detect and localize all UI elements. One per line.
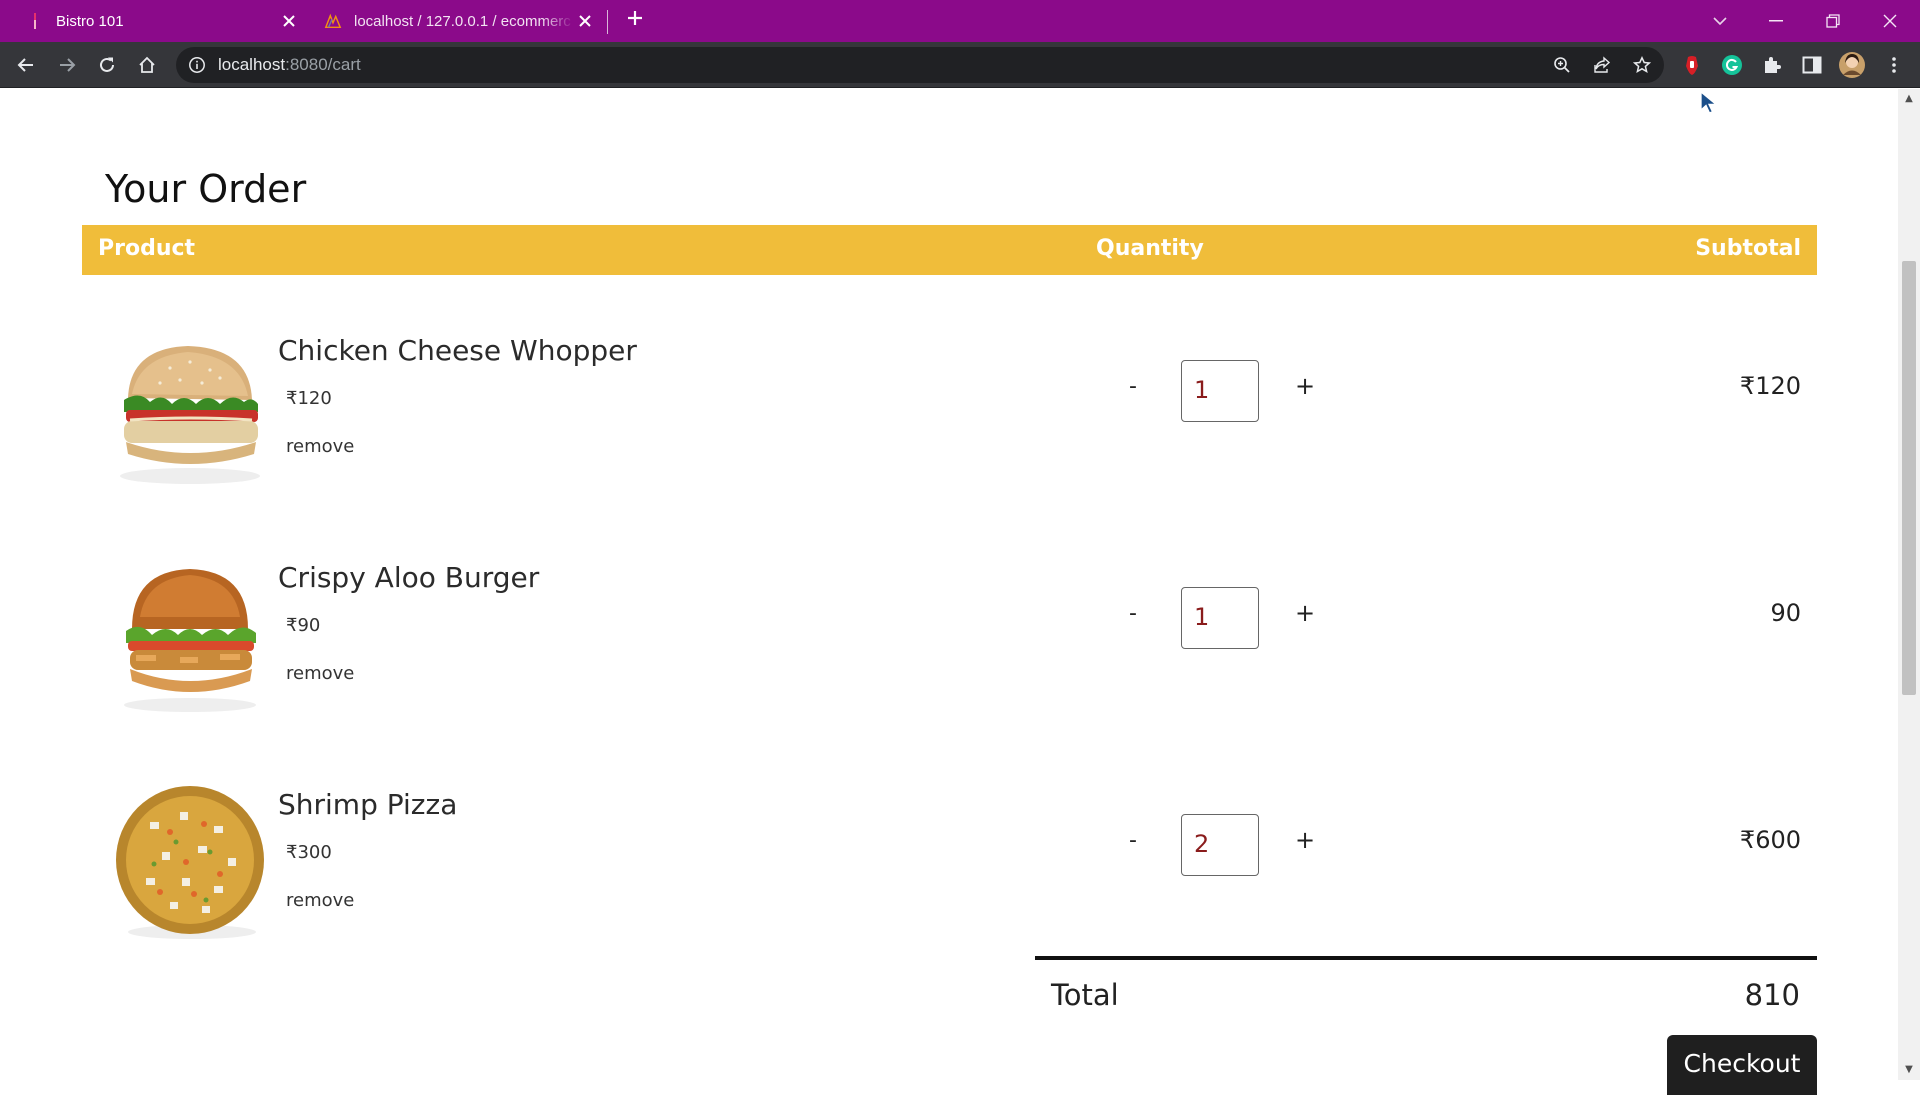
extensions-puzzle-icon[interactable] [1758, 51, 1786, 79]
scroll-down-arrow-icon[interactable]: ▼ [1903, 1064, 1915, 1076]
page-title: Your Order [105, 167, 307, 211]
total-label: Total [1051, 978, 1119, 1012]
remove-link[interactable]: remove [286, 436, 354, 457]
home-icon[interactable] [131, 49, 163, 81]
header-quantity: Quantity [1096, 236, 1204, 261]
tab-strip: Bistro 101 localhost / 127.0.0.1 / ecomm… [0, 0, 1920, 42]
product-price: ₹90 [286, 615, 321, 636]
shrimp-pizza-image [110, 782, 270, 942]
minimize-icon[interactable] [1758, 6, 1794, 36]
quantity-input[interactable]: 1 [1181, 360, 1259, 422]
cart-page: Your Order Product Quantity Subtotal Chi… [0, 89, 1898, 1095]
checkout-button[interactable]: Checkout [1667, 1035, 1817, 1095]
header-product: Product [98, 236, 196, 261]
bookmark-star-icon[interactable] [1630, 53, 1654, 77]
quantity-input[interactable]: 2 [1181, 814, 1259, 876]
cart-table-header: Product Quantity Subtotal [82, 225, 1817, 275]
tab-phpmyadmin[interactable]: localhost / 127.0.0.1 / ecommerc [312, 0, 608, 42]
browser-toolbar: localhost:8080/cart [0, 42, 1920, 88]
new-tab-icon[interactable] [622, 8, 648, 34]
tab-divider [607, 10, 608, 34]
product-price: ₹300 [286, 842, 332, 863]
row-subtotal: ₹120 [1739, 372, 1801, 400]
product-name: Crispy Aloo Burger [278, 561, 540, 594]
share-icon[interactable] [1590, 53, 1614, 77]
bistro-favicon-icon [26, 12, 44, 30]
row-subtotal: ₹600 [1739, 826, 1801, 854]
forward-arrow-icon[interactable] [51, 49, 83, 81]
decrease-quantity-button[interactable]: - [1121, 601, 1145, 626]
quantity-input[interactable]: 1 [1181, 587, 1259, 649]
remove-link[interactable]: remove [286, 890, 354, 911]
side-panel-icon[interactable] [1798, 51, 1826, 79]
row-subtotal: 90 [1770, 599, 1801, 627]
tab-title: localhost / 127.0.0.1 / ecommerc [354, 12, 571, 30]
crispy-aloo-burger-image [110, 555, 270, 715]
zoom-icon[interactable] [1550, 53, 1574, 77]
address-bar[interactable]: localhost:8080/cart [176, 47, 1664, 83]
profile-avatar-icon[interactable] [1838, 51, 1866, 79]
chicken-cheese-whopper-image [110, 328, 270, 488]
decrease-quantity-button[interactable]: - [1121, 374, 1145, 399]
tab-bistro[interactable]: Bistro 101 [0, 0, 312, 42]
reload-icon[interactable] [91, 49, 123, 81]
grammarly-extension-icon[interactable] [1718, 51, 1746, 79]
back-arrow-icon[interactable] [10, 49, 42, 81]
url-text: localhost:8080/cart [218, 55, 361, 74]
product-name: Chicken Cheese Whopper [278, 334, 637, 367]
adblock-extension-icon[interactable] [1678, 51, 1706, 79]
vertical-scrollbar[interactable]: ▲ ▼ [1898, 89, 1920, 1080]
tab-search-chevron-icon[interactable] [1702, 6, 1738, 36]
close-window-icon[interactable] [1872, 6, 1908, 36]
restore-icon[interactable] [1815, 6, 1851, 36]
cart-row: Shrimp Pizza ₹300 remove - 2 + ₹600 [82, 782, 1817, 982]
tab-title: Bistro 101 [56, 12, 124, 30]
cart-row: Crispy Aloo Burger ₹90 remove - 1 + 90 [82, 555, 1817, 755]
scroll-up-arrow-icon[interactable]: ▲ [1903, 93, 1915, 105]
decrease-quantity-button[interactable]: - [1121, 828, 1145, 853]
scrollbar-thumb[interactable] [1902, 261, 1916, 695]
header-subtotal: Subtotal [1695, 236, 1801, 261]
product-price: ₹120 [286, 388, 332, 409]
total-divider [1035, 956, 1817, 960]
increase-quantity-button[interactable]: + [1293, 826, 1317, 854]
increase-quantity-button[interactable]: + [1293, 372, 1317, 400]
close-tab-icon[interactable] [278, 10, 300, 32]
remove-link[interactable]: remove [286, 663, 354, 684]
product-name: Shrimp Pizza [278, 788, 458, 821]
browser-menu-icon[interactable] [1880, 51, 1908, 79]
mouse-cursor-icon [1700, 90, 1718, 115]
cart-row: Chicken Cheese Whopper ₹120 remove - 1 +… [82, 328, 1817, 528]
close-tab-icon[interactable] [574, 10, 596, 32]
increase-quantity-button[interactable]: + [1293, 599, 1317, 627]
phpmyadmin-favicon-icon [324, 12, 342, 30]
total-value: 810 [1744, 978, 1800, 1012]
site-info-icon[interactable] [188, 56, 206, 74]
